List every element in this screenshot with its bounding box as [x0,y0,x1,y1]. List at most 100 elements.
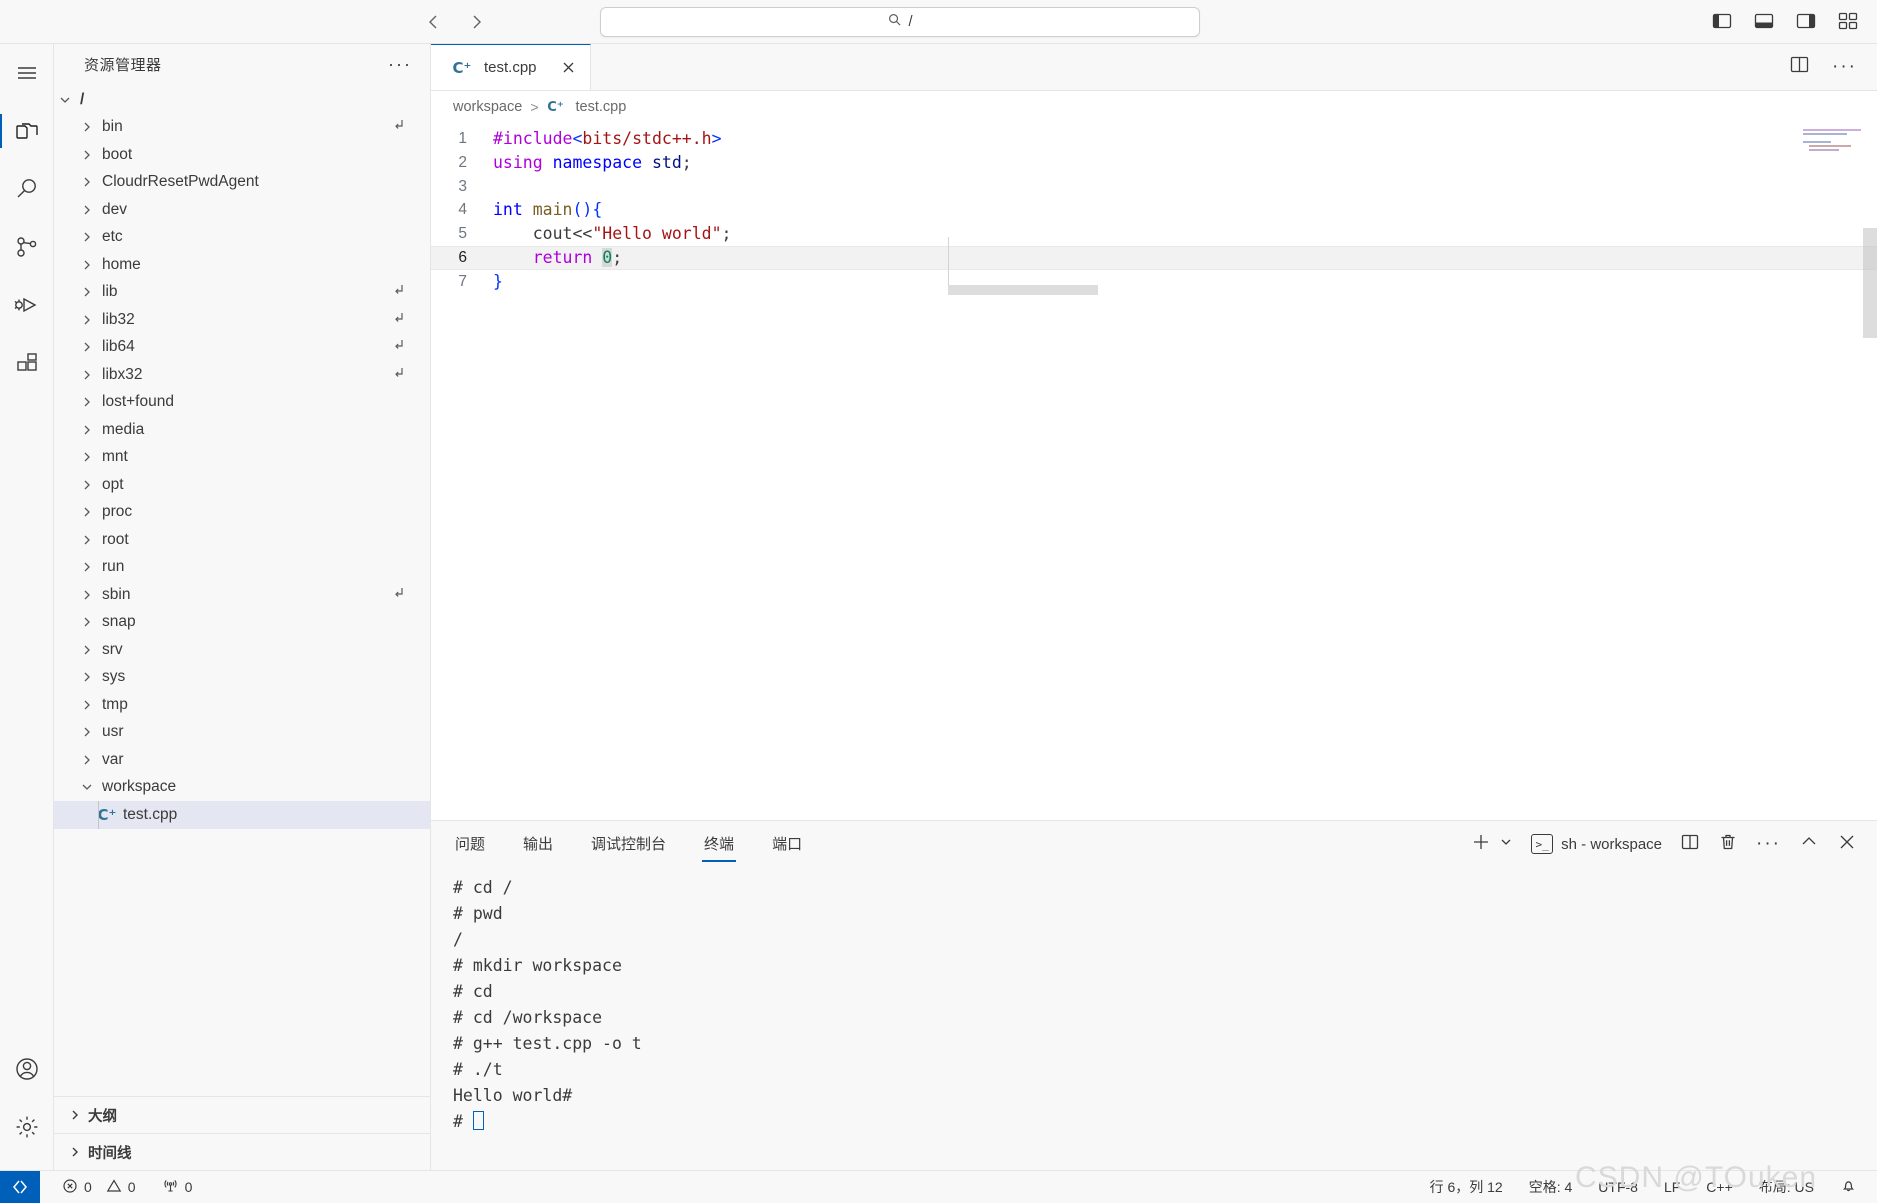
tree-row-lost-found[interactable]: lost+found [54,389,430,417]
symlink-indicator-icon [392,338,420,356]
minimap-line [1809,145,1851,147]
line-number: 4 [458,201,467,219]
editor-horizontal-scrollbar[interactable] [948,285,1098,295]
tree-row-etc[interactable]: etc [54,224,430,252]
sidebar-item-search[interactable] [0,160,54,218]
tree-row-lib32[interactable]: lib32 [54,306,430,334]
tree-row-home[interactable]: home [54,251,430,279]
tree-row-test-cpp[interactable]: C⁺ test.cpp [54,801,430,829]
tree-row-workspace[interactable]: workspace [54,774,430,802]
chevron-down-icon[interactable] [1499,835,1513,853]
status-bar-right: 行 6，列 12 空格: 4 UTF-8 LF C++ 布局: US [1430,1177,1877,1197]
sidebar-section-timeline[interactable]: 时间线 [54,1133,430,1170]
chevron-right-icon [76,148,98,162]
active-terminal-chip[interactable]: >_ sh - workspace [1531,834,1662,854]
tree-row-lib[interactable]: lib [54,279,430,307]
chevron-right-icon [76,615,98,629]
tab-terminal[interactable]: 终端 [702,827,737,862]
chevron-right-icon [76,120,98,134]
split-editor-icon[interactable] [1789,54,1810,80]
hamburger-menu-icon[interactable] [0,44,54,102]
sidebar-item-run-and-debug[interactable] [0,276,54,334]
tree-row-tmp[interactable]: tmp [54,691,430,719]
terminal-output[interactable]: # cd / # pwd / # mkdir workspace # cd # … [431,867,1877,1170]
tree-row-run[interactable]: run [54,554,430,582]
more-actions-icon[interactable]: ··· [1756,833,1781,855]
customize-layout-icon[interactable] [1837,10,1861,34]
tree-row-label: etc [102,228,123,246]
line-number: 3 [458,177,467,195]
tree-row-opt[interactable]: opt [54,471,430,499]
tab-problems[interactable]: 问题 [453,827,487,862]
status-keyboard-layout[interactable]: 布局: US [1759,1177,1814,1197]
status-indentation[interactable]: 空格: 4 [1529,1177,1573,1197]
command-center-text: / [908,13,913,30]
status-eol[interactable]: LF [1664,1179,1680,1195]
split-terminal-icon[interactable] [1680,832,1700,856]
tree-row-var[interactable]: var [54,746,430,774]
sidebar-item-explorer[interactable] [0,102,54,160]
code-editor[interactable]: 1 #include<bits/stdc++.h> 2 using namesp… [431,123,1877,820]
status-cursor-position[interactable]: 行 6，列 12 [1430,1177,1503,1197]
sidebar-item-extensions[interactable] [0,334,54,392]
tree-row-snap[interactable]: snap [54,609,430,637]
tree-row-bin[interactable]: bin [54,114,430,142]
remote-window-icon[interactable] [0,1170,40,1203]
sidebar-section-label: 大纲 [88,1108,117,1125]
tree-row-root[interactable]: / [54,86,430,114]
breadcrumb-file[interactable]: test.cpp [576,99,627,115]
close-icon[interactable] [561,60,576,75]
file-tree[interactable]: / bin boot CloudrResetPwdAgent dev etc home li… [54,84,430,1096]
close-icon[interactable] [1837,832,1857,856]
tab-test-cpp[interactable]: C⁺ test.cpp [431,44,591,90]
tree-row-media[interactable]: media [54,416,430,444]
breadcrumb: workspace > C⁺ test.cpp [431,91,1877,123]
tree-row-usr[interactable]: usr [54,719,430,747]
tab-ports[interactable]: 端口 [770,827,804,862]
tree-row-srv[interactable]: srv [54,636,430,664]
status-encoding[interactable]: UTF-8 [1598,1179,1638,1195]
tree-row-dev[interactable]: dev [54,196,430,224]
bell-icon[interactable] [1840,1177,1857,1197]
more-actions-icon[interactable]: ··· [1832,56,1857,78]
tree-row-boot[interactable]: boot [54,141,430,169]
code-line-7: 7 } [431,270,1877,294]
tree-row-mnt[interactable]: mnt [54,444,430,472]
cpp-file-icon: C⁺ [97,805,117,824]
tree-row-proc[interactable]: proc [54,499,430,527]
tab-output[interactable]: 输出 [521,827,555,862]
toggle-secondary-sidebar-icon[interactable] [1795,10,1819,34]
code-line-3: 3 [431,175,1877,199]
status-ports[interactable]: 0 [162,1177,192,1197]
minimap[interactable] [1803,129,1863,157]
tree-row-sys[interactable]: sys [54,664,430,692]
back-icon[interactable] [420,8,448,36]
tree-row-root[interactable]: root [54,526,430,554]
breadcrumb-folder[interactable]: workspace [453,99,522,115]
account-icon[interactable] [0,1040,54,1098]
explorer-sidebar: 资源管理器 ··· / bin boot CloudrResetPwdAgent de… [54,44,431,1170]
sidebar-section-outline[interactable]: 大纲 [54,1096,430,1133]
tree-row-libx32[interactable]: libx32 [54,361,430,389]
line-content: } [493,271,503,291]
gear-icon[interactable] [0,1098,54,1156]
chevron-up-icon[interactable] [1799,832,1819,856]
toggle-primary-sidebar-icon[interactable] [1711,10,1735,34]
sidebar-more-actions-icon[interactable]: ··· [388,54,412,75]
forward-icon[interactable] [462,8,490,36]
status-errors[interactable]: 0 0 [62,1178,136,1197]
tree-row-cloudrresetpwdagent[interactable]: CloudrResetPwdAgent [54,169,430,197]
sidebar-item-source-control[interactable] [0,218,54,276]
editor-vertical-scrollbar[interactable] [1863,228,1877,338]
tree-row-sbin[interactable]: sbin [54,581,430,609]
tree-row-lib64[interactable]: lib64 [54,334,430,362]
trash-icon[interactable] [1718,832,1738,856]
toggle-panel-icon[interactable] [1753,10,1777,34]
tree-row-label: / [80,90,85,108]
command-center[interactable]: / [600,6,1200,37]
radio-tower-icon [162,1177,179,1197]
tab-debug-console[interactable]: 调试控制台 [589,827,668,862]
status-language-mode[interactable]: C++ [1706,1179,1732,1195]
terminal-line: Hello world# [453,1086,573,1105]
plus-icon[interactable] [1471,832,1491,856]
